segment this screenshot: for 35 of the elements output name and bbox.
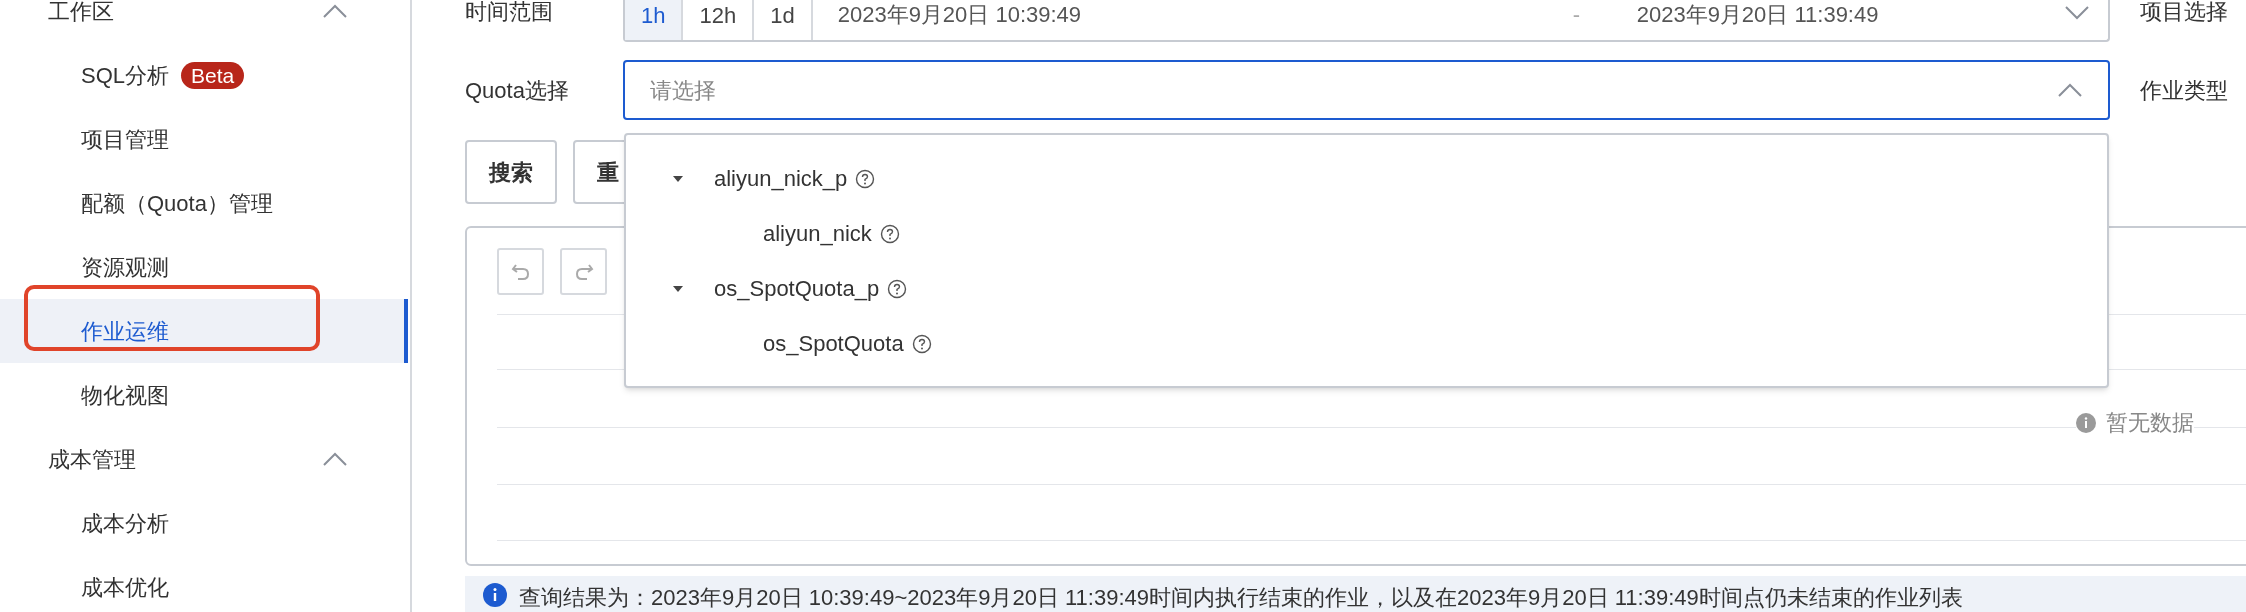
help-icon [879, 223, 900, 244]
tree-option[interactable]: aliyun_nick [763, 217, 872, 250]
tree-option[interactable]: os_SpotQuota_p [714, 272, 880, 305]
info-icon [483, 583, 507, 607]
chevron-icon [2057, 82, 2083, 98]
sidebar-item[interactable]: 成本优化 [0, 555, 408, 612]
quota-select[interactable]: 请选择 [623, 60, 2110, 120]
beta-badge: Beta [181, 61, 245, 89]
help-icon [911, 333, 932, 354]
sidebar-group-title[interactable]: 成本管理 [48, 442, 136, 476]
sidebar-item[interactable]: SQL分析 Beta [0, 43, 408, 107]
field-label: 项目选择 [2140, 0, 2228, 24]
sidebar-item[interactable]: 资源观测 [0, 235, 408, 299]
sidebar-item[interactable]: 作业运维 [0, 299, 408, 363]
field-label: Quota选择 [465, 76, 570, 105]
tree-option[interactable]: os_SpotQuota [763, 327, 904, 360]
range-preset-button[interactable]: 1h [625, 0, 684, 40]
notice-text: 查询结果为：2023年9月20日 10:39:49~2023年9月20日 11:39:49时间内执行结束的作业，以及在2023年9月20日 11:39:49时间点仍未结束的作业列表 [519, 584, 1963, 612]
empty-state-text: 暂无数据 [2106, 409, 2194, 437]
field-label: 作业类型 [2140, 76, 2228, 105]
sidebar-item[interactable]: 项目管理 [0, 107, 408, 171]
help-icon [887, 278, 908, 299]
start-time[interactable]: 2023年9月20日 10:39:49 [812, 0, 1573, 40]
field-label: 时间范围 [465, 0, 554, 24]
time-range-picker[interactable]: 1h 12h 1d 2023年9月20日 10:39:49 - 2023年9月20日 11:39:49 [623, 0, 2110, 42]
sidebar-item[interactable]: 物化视图 [0, 363, 408, 427]
help-icon [855, 168, 876, 189]
sidebar-item[interactable]: 配额（Quota）管理 [0, 171, 408, 235]
sidebar-item[interactable]: 成本分析 [0, 491, 408, 555]
action-button[interactable]: 搜索 [465, 140, 557, 204]
end-time[interactable]: 2023年9月20日 11:39:49 [1636, 0, 2064, 40]
range-separator: - [1572, 1, 1581, 29]
chevron-icon [2064, 4, 2090, 20]
tree-option[interactable]: aliyun_nick_p [714, 162, 848, 195]
sidebar-group-title[interactable]: 工作区 [48, 0, 114, 28]
